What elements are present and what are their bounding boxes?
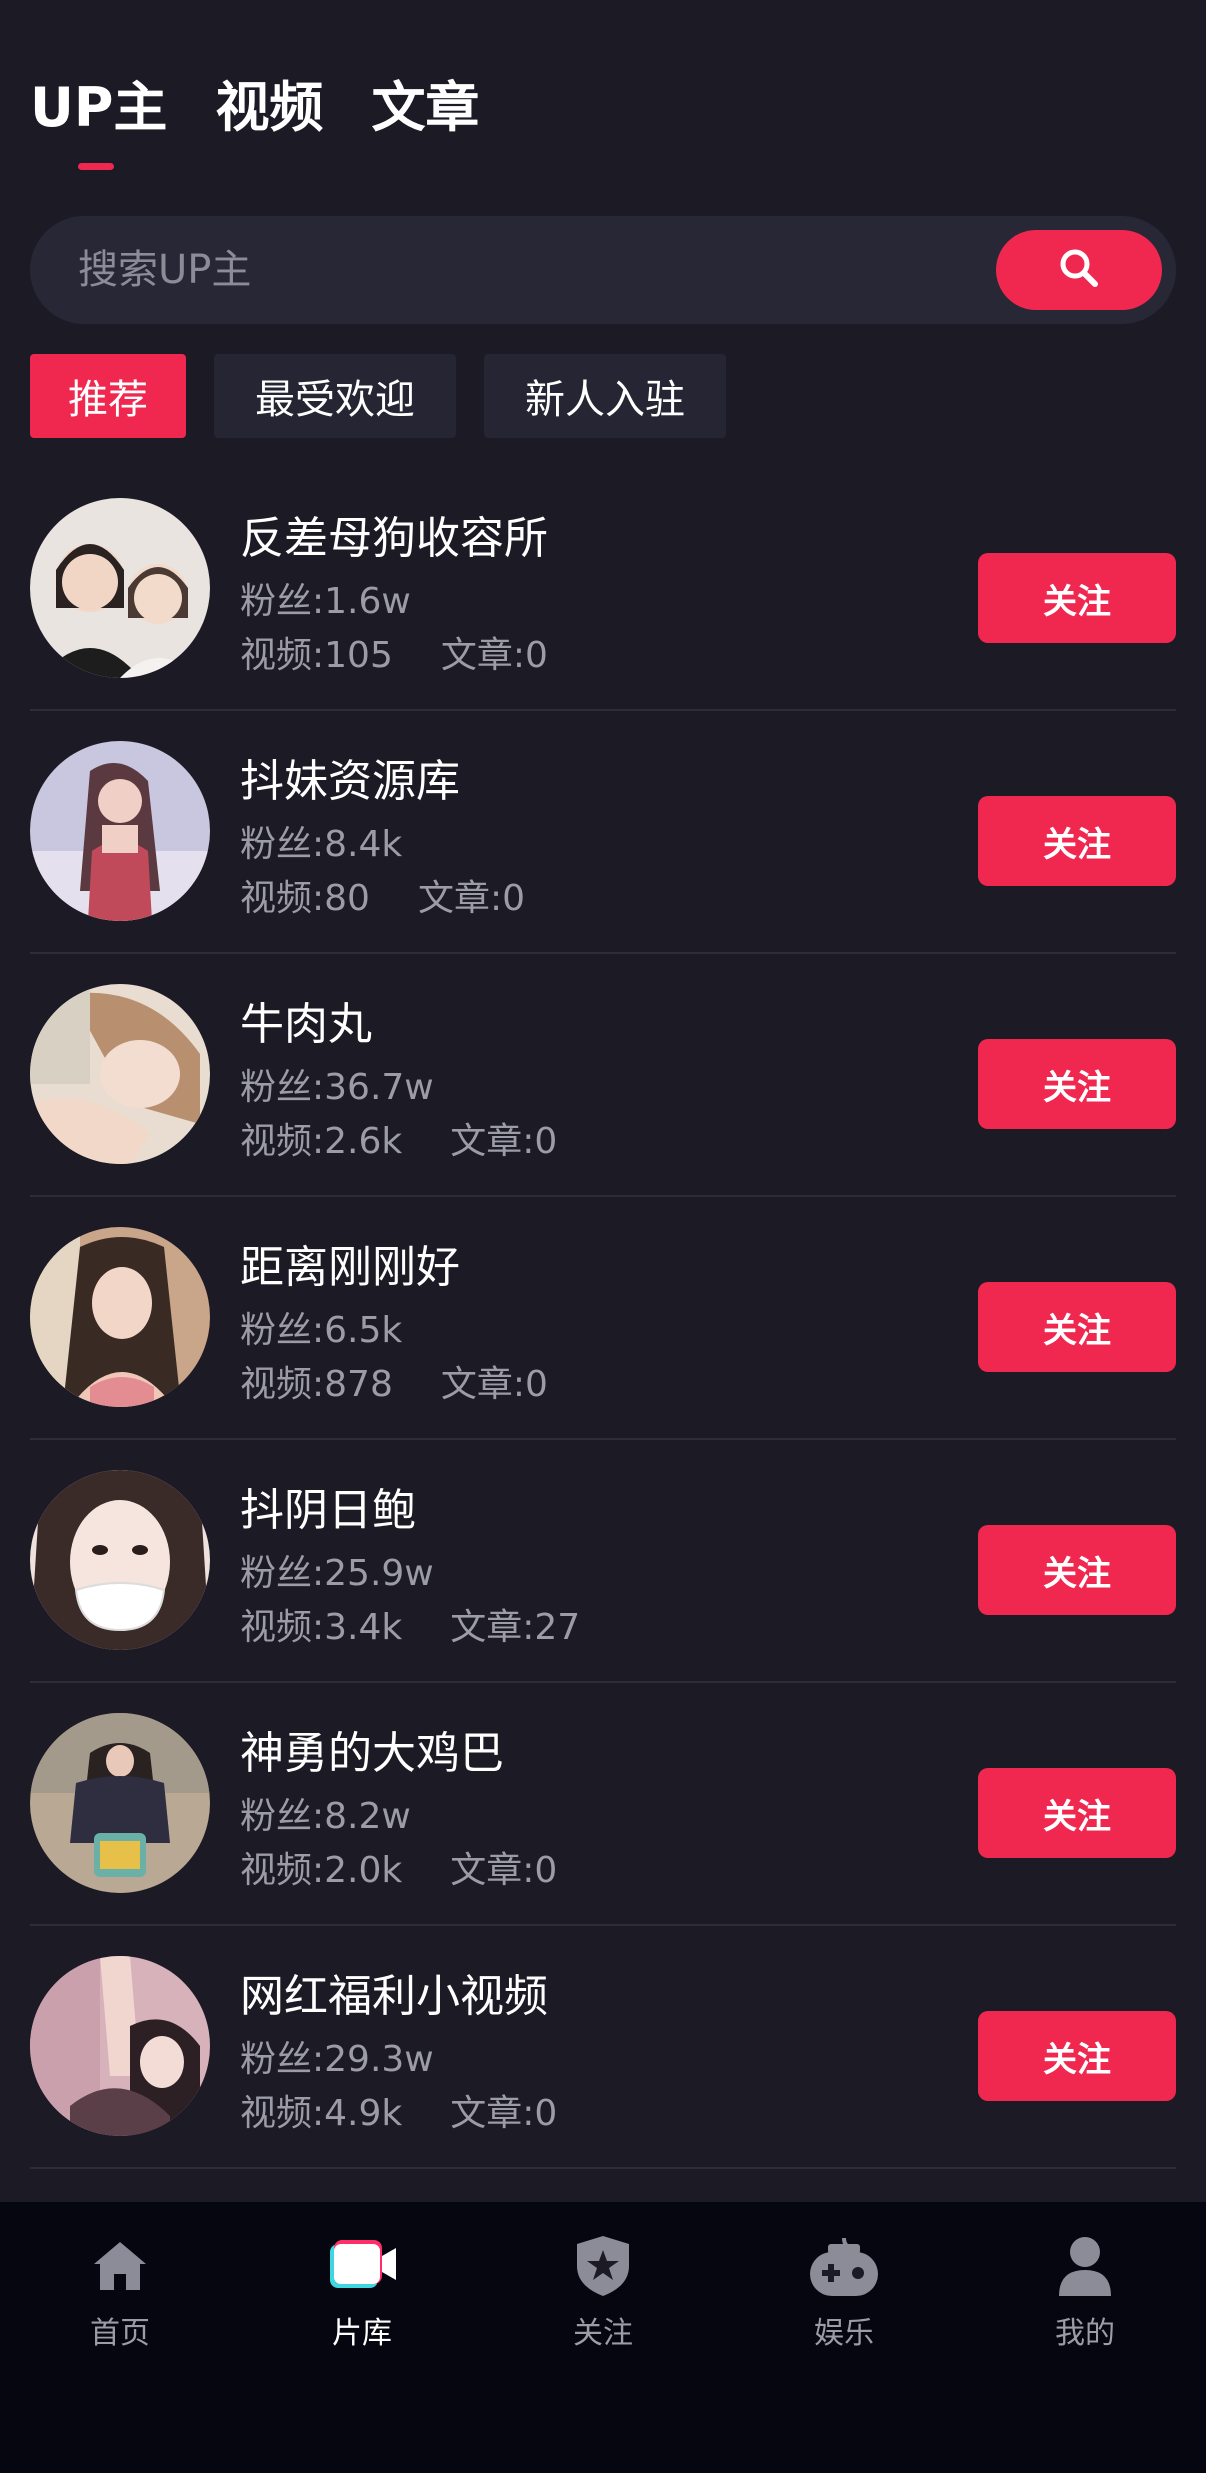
creator-counts: 视频:2.6k 文章:0 [240, 1112, 557, 1164]
nav-me[interactable]: 我的 [995, 2232, 1175, 2352]
creator-fans: 粉丝:6.5k [240, 1310, 403, 1351]
article-count: 文章:0 [417, 878, 525, 919]
gamepad-icon [754, 2232, 934, 2300]
video-count: 视频:2.6k [240, 1121, 403, 1162]
video-count: 视频:4.9k [240, 2093, 403, 2134]
creator-row[interactable]: 神勇的大鸡巴 粉丝:8.2w 视频:2.0k 文章:0 关注 [30, 1683, 1176, 1926]
creator-fans: 粉丝:8.2w [240, 1796, 411, 1837]
creator-counts: 视频:3.4k 文章:27 [240, 1598, 580, 1650]
article-count: 文章:0 [440, 1364, 548, 1405]
creator-fans: 粉丝:36.7w [240, 1067, 434, 1108]
home-icon [30, 2232, 210, 2300]
nav-me-label: 我的 [1055, 2316, 1115, 2351]
search-button[interactable] [996, 230, 1162, 310]
creator-list: 反差母狗收容所 粉丝:1.6w 视频:105 文章:0 关注 抖妹资源库 粉丝:8… [30, 468, 1176, 2169]
filter-recommended[interactable]: 推荐 [30, 354, 186, 438]
avatar[interactable] [30, 1470, 210, 1650]
creator-counts: 视频:80 文章:0 [240, 869, 525, 921]
nav-entertainment[interactable]: 娱乐 [754, 2232, 934, 2352]
filter-tabs: 推荐 最受欢迎 新人入驻 [30, 354, 726, 438]
article-count: 文章:0 [450, 1121, 558, 1162]
avatar[interactable] [30, 1713, 210, 1893]
search-icon [1057, 246, 1101, 294]
shield-star-icon [513, 2232, 693, 2300]
creator-name: 抖妹资源库 [240, 756, 460, 807]
creator-row[interactable]: 距离刚刚好 粉丝:6.5k 视频:878 文章:0 关注 [30, 1197, 1176, 1440]
article-count: 文章:0 [450, 1850, 558, 1891]
video-camera-icon [272, 2232, 452, 2300]
nav-follow[interactable]: 关注 [513, 2232, 693, 2352]
creator-page: UP主 视频 文章 推荐 最受欢迎 新人入驻 [0, 0, 1206, 2473]
user-icon [995, 2232, 1175, 2300]
video-count: 视频:80 [240, 878, 370, 919]
follow-button[interactable]: 关注 [978, 796, 1176, 886]
video-count: 视频:2.0k [240, 1850, 403, 1891]
filter-most-popular[interactable]: 最受欢迎 [214, 354, 456, 438]
tab-articles[interactable]: 文章 [371, 72, 479, 144]
avatar[interactable] [30, 1227, 210, 1407]
nav-home[interactable]: 首页 [30, 2232, 210, 2352]
creator-row[interactable]: 反差母狗收容所 粉丝:1.6w 视频:105 文章:0 关注 [30, 468, 1176, 711]
creator-row[interactable]: 抖妹资源库 粉丝:8.4k 视频:80 文章:0 关注 [30, 711, 1176, 954]
follow-button[interactable]: 关注 [978, 2011, 1176, 2101]
creator-fans: 粉丝:1.6w [240, 581, 411, 622]
creator-name: 网红福利小视频 [240, 1971, 548, 2022]
nav-entertainment-label: 娱乐 [814, 2316, 874, 2351]
creator-row[interactable]: 网红福利小视频 粉丝:29.3w 视频:4.9k 文章:0 关注 [30, 1926, 1176, 2169]
creator-name: 神勇的大鸡巴 [240, 1728, 504, 1779]
avatar[interactable] [30, 741, 210, 921]
avatar[interactable] [30, 1956, 210, 2136]
article-count: 文章:0 [450, 2093, 558, 2134]
creator-name: 抖阴日鲍 [240, 1485, 416, 1536]
nav-follow-label: 关注 [573, 2316, 633, 2351]
top-tabs: UP主 视频 文章 [30, 72, 479, 170]
video-count: 视频:3.4k [240, 1607, 403, 1648]
creator-name: 反差母狗收容所 [240, 513, 548, 564]
creator-fans: 粉丝:25.9w [240, 1553, 434, 1594]
creator-row[interactable]: 牛肉丸 粉丝:36.7w 视频:2.6k 文章:0 关注 [30, 954, 1176, 1197]
follow-button[interactable]: 关注 [978, 1282, 1176, 1372]
creator-fans: 粉丝:8.4k [240, 824, 403, 865]
follow-button[interactable]: 关注 [978, 1768, 1176, 1858]
creator-name: 距离刚刚好 [240, 1242, 460, 1293]
search-input[interactable] [78, 216, 978, 324]
follow-button[interactable]: 关注 [978, 553, 1176, 643]
creator-counts: 视频:4.9k 文章:0 [240, 2084, 557, 2136]
nav-library[interactable]: 片库 [272, 2232, 452, 2352]
nav-home-label: 首页 [90, 2316, 150, 2351]
bottom-nav: 首页 片库 关注 娱乐 我的 [0, 2202, 1206, 2473]
nav-library-label: 片库 [332, 2316, 392, 2351]
article-count: 文章:0 [440, 635, 548, 676]
search-bar [30, 216, 1176, 324]
tab-up[interactable]: UP主 [30, 72, 167, 170]
video-count: 视频:105 [240, 635, 393, 676]
article-count: 文章:27 [450, 1607, 581, 1648]
avatar[interactable] [30, 498, 210, 678]
creator-fans: 粉丝:29.3w [240, 2039, 434, 2080]
filter-newcomers[interactable]: 新人入驻 [484, 354, 726, 438]
creator-row[interactable]: 抖阴日鲍 粉丝:25.9w 视频:3.4k 文章:27 关注 [30, 1440, 1176, 1683]
avatar[interactable] [30, 984, 210, 1164]
creator-counts: 视频:105 文章:0 [240, 626, 548, 678]
creator-counts: 视频:2.0k 文章:0 [240, 1841, 557, 1893]
tab-videos[interactable]: 视频 [215, 72, 323, 144]
follow-button[interactable]: 关注 [978, 1525, 1176, 1615]
creator-name: 牛肉丸 [240, 999, 372, 1050]
video-count: 视频:878 [240, 1364, 393, 1405]
creator-counts: 视频:878 文章:0 [240, 1355, 548, 1407]
follow-button[interactable]: 关注 [978, 1039, 1176, 1129]
